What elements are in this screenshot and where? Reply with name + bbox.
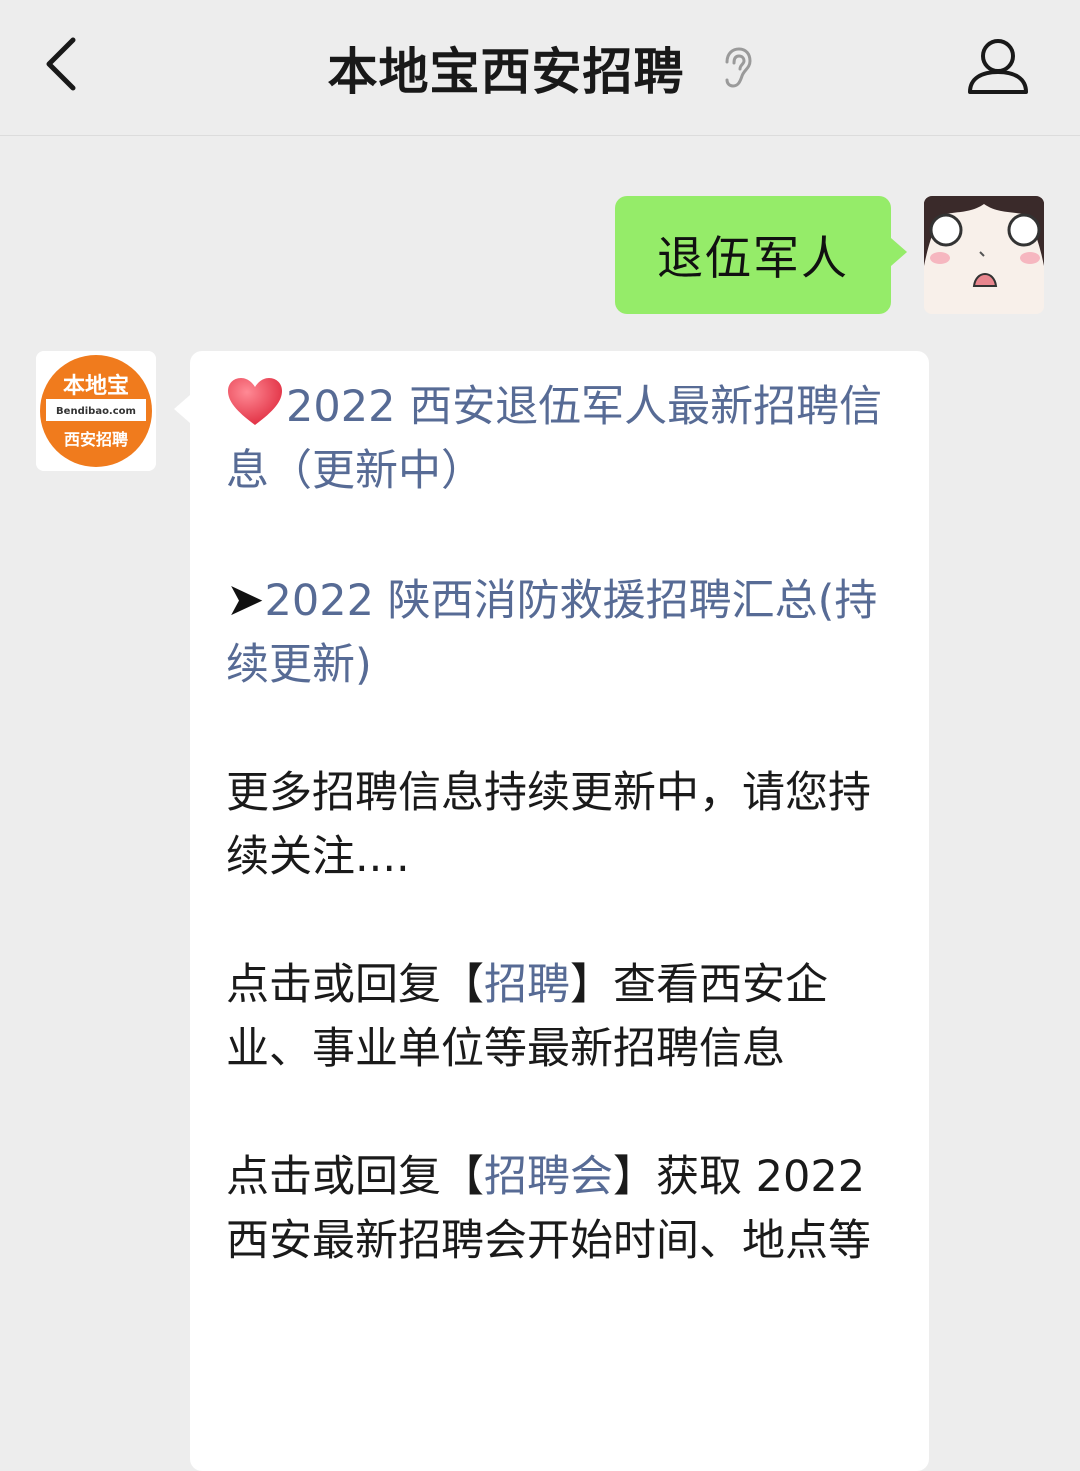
sent-message-text: 退伍军人 (657, 231, 849, 285)
account-avatar[interactable]: 本地宝 Bendibao.com 西安招聘 (36, 351, 156, 471)
heart-icon (228, 378, 282, 425)
hint-jobs-prefix: 点击或回复【 (226, 960, 484, 1010)
reply-hint-jobs: 点击或回复【招聘】查看西安企业、事业单位等最新招聘信息 (226, 953, 891, 1081)
reply-hint-fair: 点击或回复【招聘会】获取 2022 西安最新招聘会开始时间、地点等 (226, 1145, 891, 1273)
link-2-text[interactable]: 2022 陕西消防救援招聘汇总(持续更新) (226, 576, 877, 690)
info-text: 更多招聘信息持续更新中，请您持续关注.... (226, 768, 871, 882)
sent-message-bubble[interactable]: 退伍军人 (615, 196, 907, 314)
chevron-left-icon (46, 37, 76, 91)
keyword-jobs-link[interactable]: 招聘 (484, 960, 570, 1010)
svg-text:Bendibao.com: Bendibao.com (56, 406, 136, 417)
bendibao-logo: 本地宝 Bendibao.com 西安招聘 (36, 351, 156, 471)
chat-title: 本地宝西安招聘 (327, 43, 685, 101)
person-icon (968, 39, 1028, 94)
cartoon-face-avatar (924, 196, 1044, 314)
back-button[interactable] (30, 28, 90, 100)
arrow-icon: ➤ (226, 572, 265, 626)
chat-profile-button[interactable] (966, 34, 1030, 98)
svg-text:西安招聘: 西安招聘 (64, 430, 128, 449)
keyword-fair-link[interactable]: 招聘会 (484, 1152, 613, 1202)
hint-fair-prefix: 点击或回复【 (226, 1152, 484, 1202)
user-avatar[interactable] (924, 196, 1044, 314)
link-1-prefix[interactable]: 2022 (286, 382, 395, 432)
top-bar: 本地宝西安招聘 (0, 0, 1080, 136)
svg-text:本地宝: 本地宝 (63, 373, 129, 399)
ear-icon (725, 47, 752, 88)
received-message-bubble: 2022 西安退伍军人最新招聘信息（更新中） ➤2022 陕西消防救援招聘汇总(… (174, 351, 929, 1471)
article-link-2[interactable]: ➤2022 陕西消防救援招聘汇总(持续更新) (226, 567, 891, 697)
article-link-1[interactable]: 2022 西安退伍军人最新招聘信息（更新中） (226, 375, 891, 503)
